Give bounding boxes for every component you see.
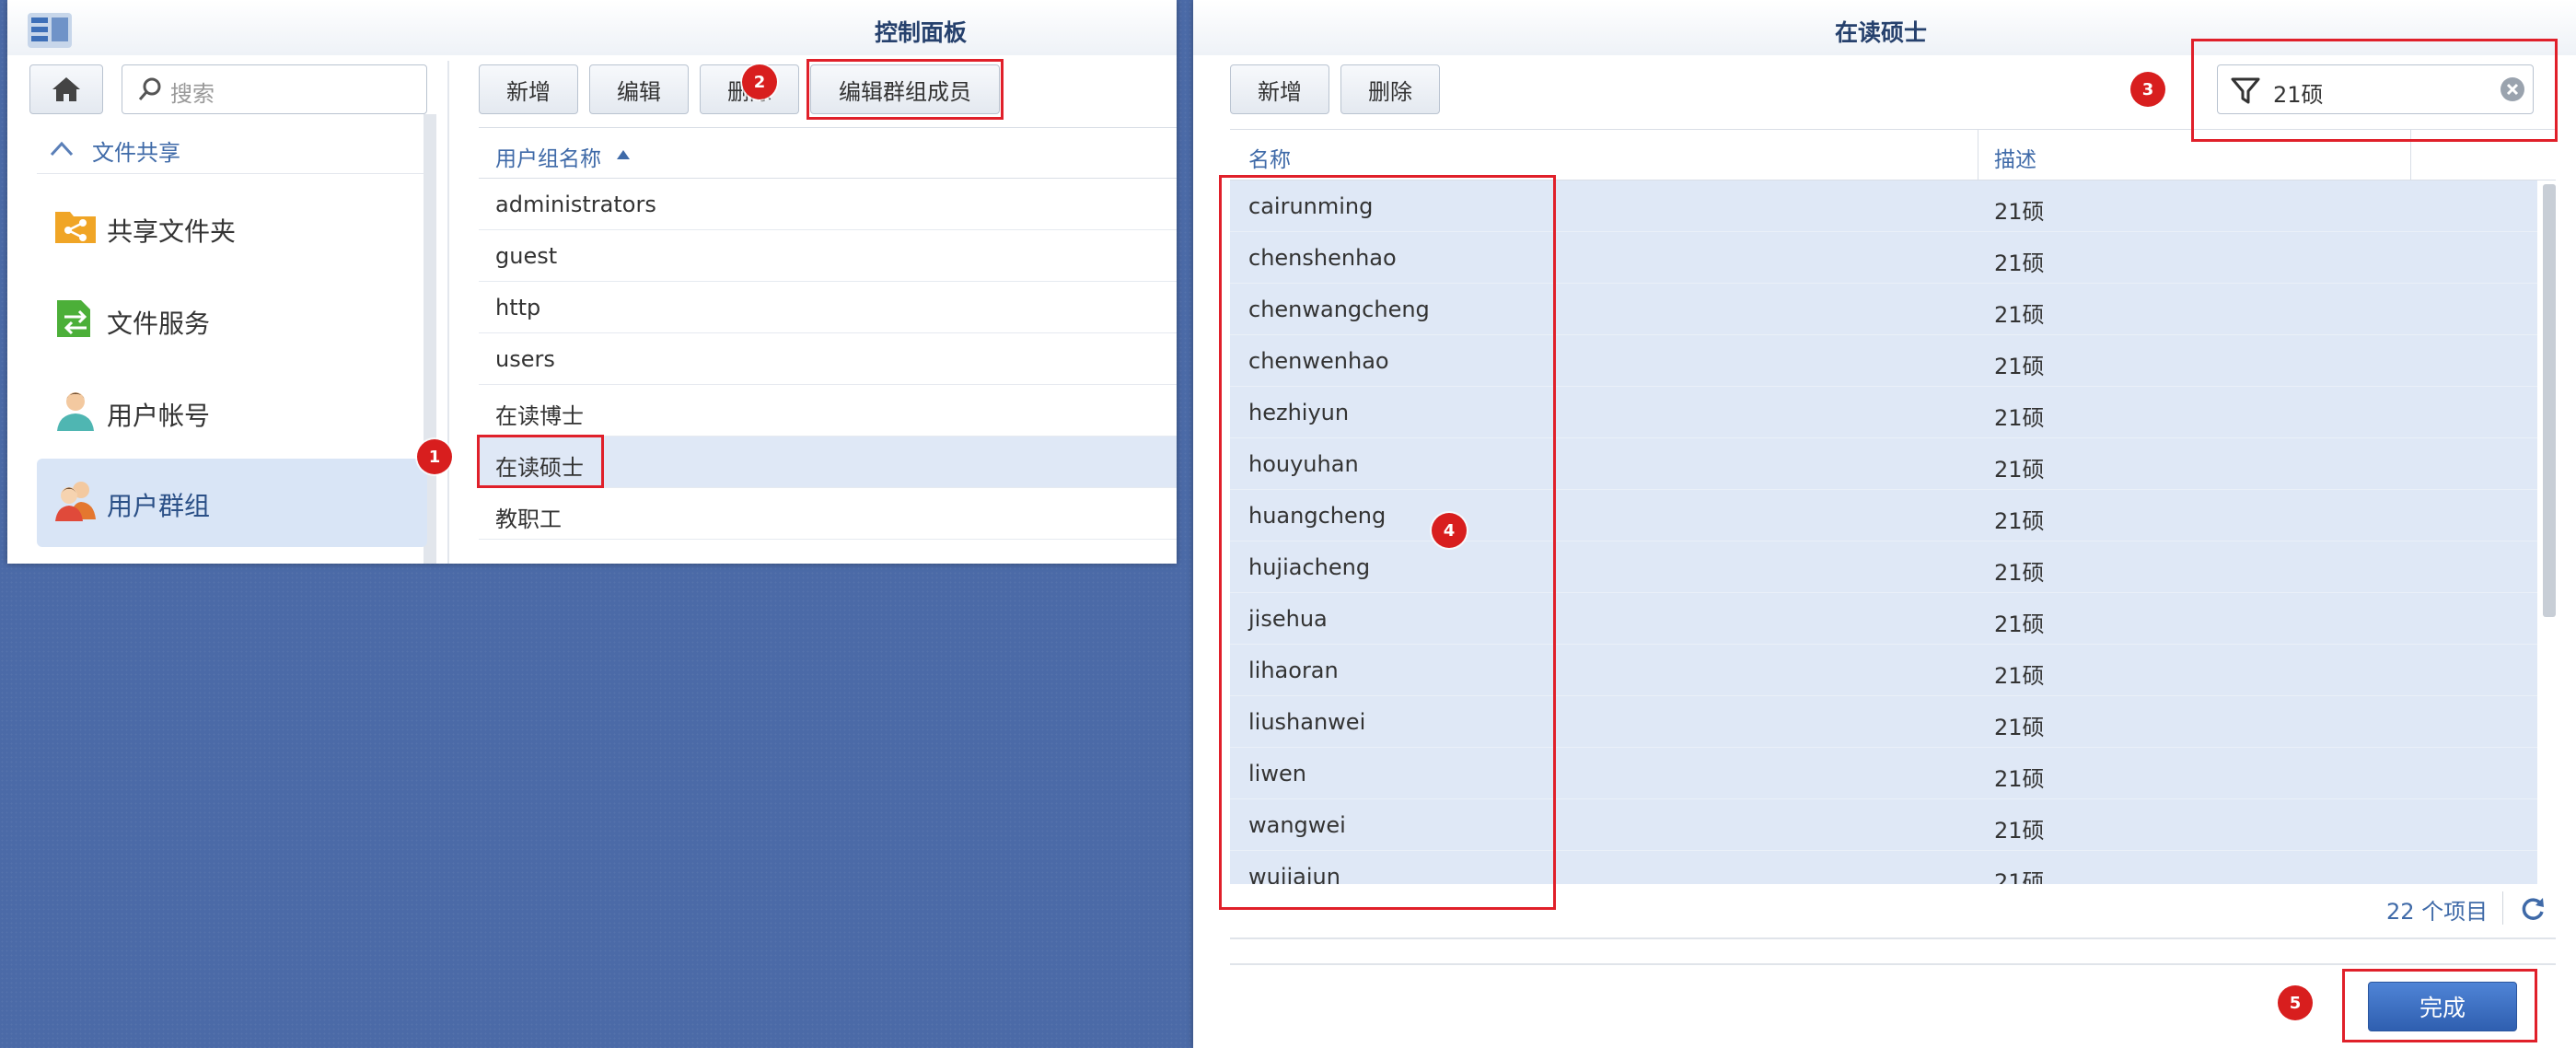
member-desc: 21硕 (1994, 611, 2045, 637)
member-desc: 21硕 (1994, 560, 2045, 586)
group-name: users (495, 346, 555, 372)
group-list: 用户组名称 administrators guest http users 在读博士 在读… (479, 127, 1177, 564)
search-placeholder: 搜索 (170, 81, 215, 107)
highlight-done-button (2342, 969, 2537, 1042)
annotation-badge-4: 4 (1432, 513, 1467, 548)
annotation-badge-5: 5 (2278, 985, 2313, 1020)
search-icon (138, 77, 161, 100)
home-icon (52, 77, 80, 101)
member-desc: 21硕 (1994, 508, 2045, 534)
member-desc: 21硕 (1994, 302, 2045, 328)
shared-folder-icon (55, 212, 96, 243)
members-scrollbar[interactable] (2543, 184, 2556, 617)
pane-divider (447, 61, 449, 564)
member-desc: 21硕 (1994, 250, 2045, 276)
member-desc: 21硕 (1994, 818, 2045, 844)
sidebar-item-label: 用户帐号 (107, 401, 211, 431)
section-label: 文件共享 (92, 140, 180, 166)
dialog-new-button[interactable]: 新增 (1230, 64, 1329, 114)
highlight-edit-members (806, 59, 1004, 120)
column-header-label: 用户组名称 (495, 147, 601, 171)
sidebar-item-user-account[interactable]: 用户帐号 (37, 368, 427, 457)
member-desc: 21硕 (1994, 766, 2045, 792)
control-panel-titlebar: 控制面板 (7, 0, 1177, 55)
edit-group-button[interactable]: 编辑 (589, 64, 689, 114)
member-desc: 21硕 (1994, 457, 2045, 483)
group-name: 教职工 (495, 507, 562, 532)
member-desc: 21硕 (1994, 663, 2045, 689)
sidebar-item-shared-folder[interactable]: 共享文件夹 (37, 184, 427, 273)
app-logo-icon (28, 13, 72, 48)
search-input[interactable]: 搜索 (122, 64, 427, 114)
footer-separator (2502, 891, 2503, 925)
user-group-icon (55, 482, 96, 521)
annotation-badge-1: 1 (417, 439, 452, 474)
group-name: administrators (495, 192, 656, 217)
home-button[interactable] (29, 64, 103, 114)
sidebar-item-label: 共享文件夹 (107, 216, 237, 247)
sidebar-item-label: 用户群组 (107, 491, 211, 521)
group-row[interactable]: administrators (479, 179, 1177, 230)
annotation-badge-2: 2 (742, 64, 777, 99)
sidebar-item-user-group[interactable]: 用户群组 (37, 459, 427, 547)
dialog-title: 在读硕士 (1835, 19, 1928, 46)
new-group-button[interactable]: 新增 (479, 64, 578, 114)
section-file-sharing[interactable]: 文件共享 (37, 125, 424, 174)
highlight-member-names (1219, 175, 1556, 910)
user-icon (57, 392, 94, 431)
window-title: 控制面板 (875, 19, 968, 46)
group-name: http (495, 295, 541, 320)
group-name: guest (495, 243, 558, 269)
annotation-badge-3: 3 (2130, 72, 2165, 107)
column-header-desc[interactable]: 描述 (1994, 142, 2036, 173)
sidebar-item-label: 文件服务 (107, 309, 211, 339)
member-desc: 21硕 (1994, 354, 2045, 379)
group-row[interactable]: 在读博士 (479, 385, 1177, 437)
member-desc: 21硕 (1994, 199, 2045, 225)
footer-divider (1230, 963, 2556, 965)
group-row[interactable]: 教职工 (479, 488, 1177, 540)
highlight-selected-group (477, 435, 604, 488)
group-name: 在读博士 (495, 403, 584, 429)
sort-ascending-icon (617, 150, 630, 159)
group-row[interactable]: http (479, 282, 1177, 333)
member-desc: 21硕 (1994, 405, 2045, 431)
column-header-group-name[interactable]: 用户组名称 (479, 127, 1177, 179)
dialog-delete-button[interactable]: 删除 (1340, 64, 1440, 114)
item-count: 22 个项目 (2386, 899, 2489, 925)
file-services-icon (57, 300, 90, 337)
highlight-filter (2191, 39, 2558, 142)
chevron-up-icon (50, 141, 74, 157)
column-header-name[interactable]: 名称 (1248, 142, 1291, 173)
member-desc: 21硕 (1994, 715, 2045, 740)
group-row[interactable]: users (479, 333, 1177, 385)
sidebar-item-file-services[interactable]: 文件服务 (37, 276, 427, 365)
refresh-icon[interactable] (2519, 895, 2547, 923)
member-desc: 21硕 (1994, 869, 2045, 884)
group-row[interactable]: guest (479, 230, 1177, 282)
